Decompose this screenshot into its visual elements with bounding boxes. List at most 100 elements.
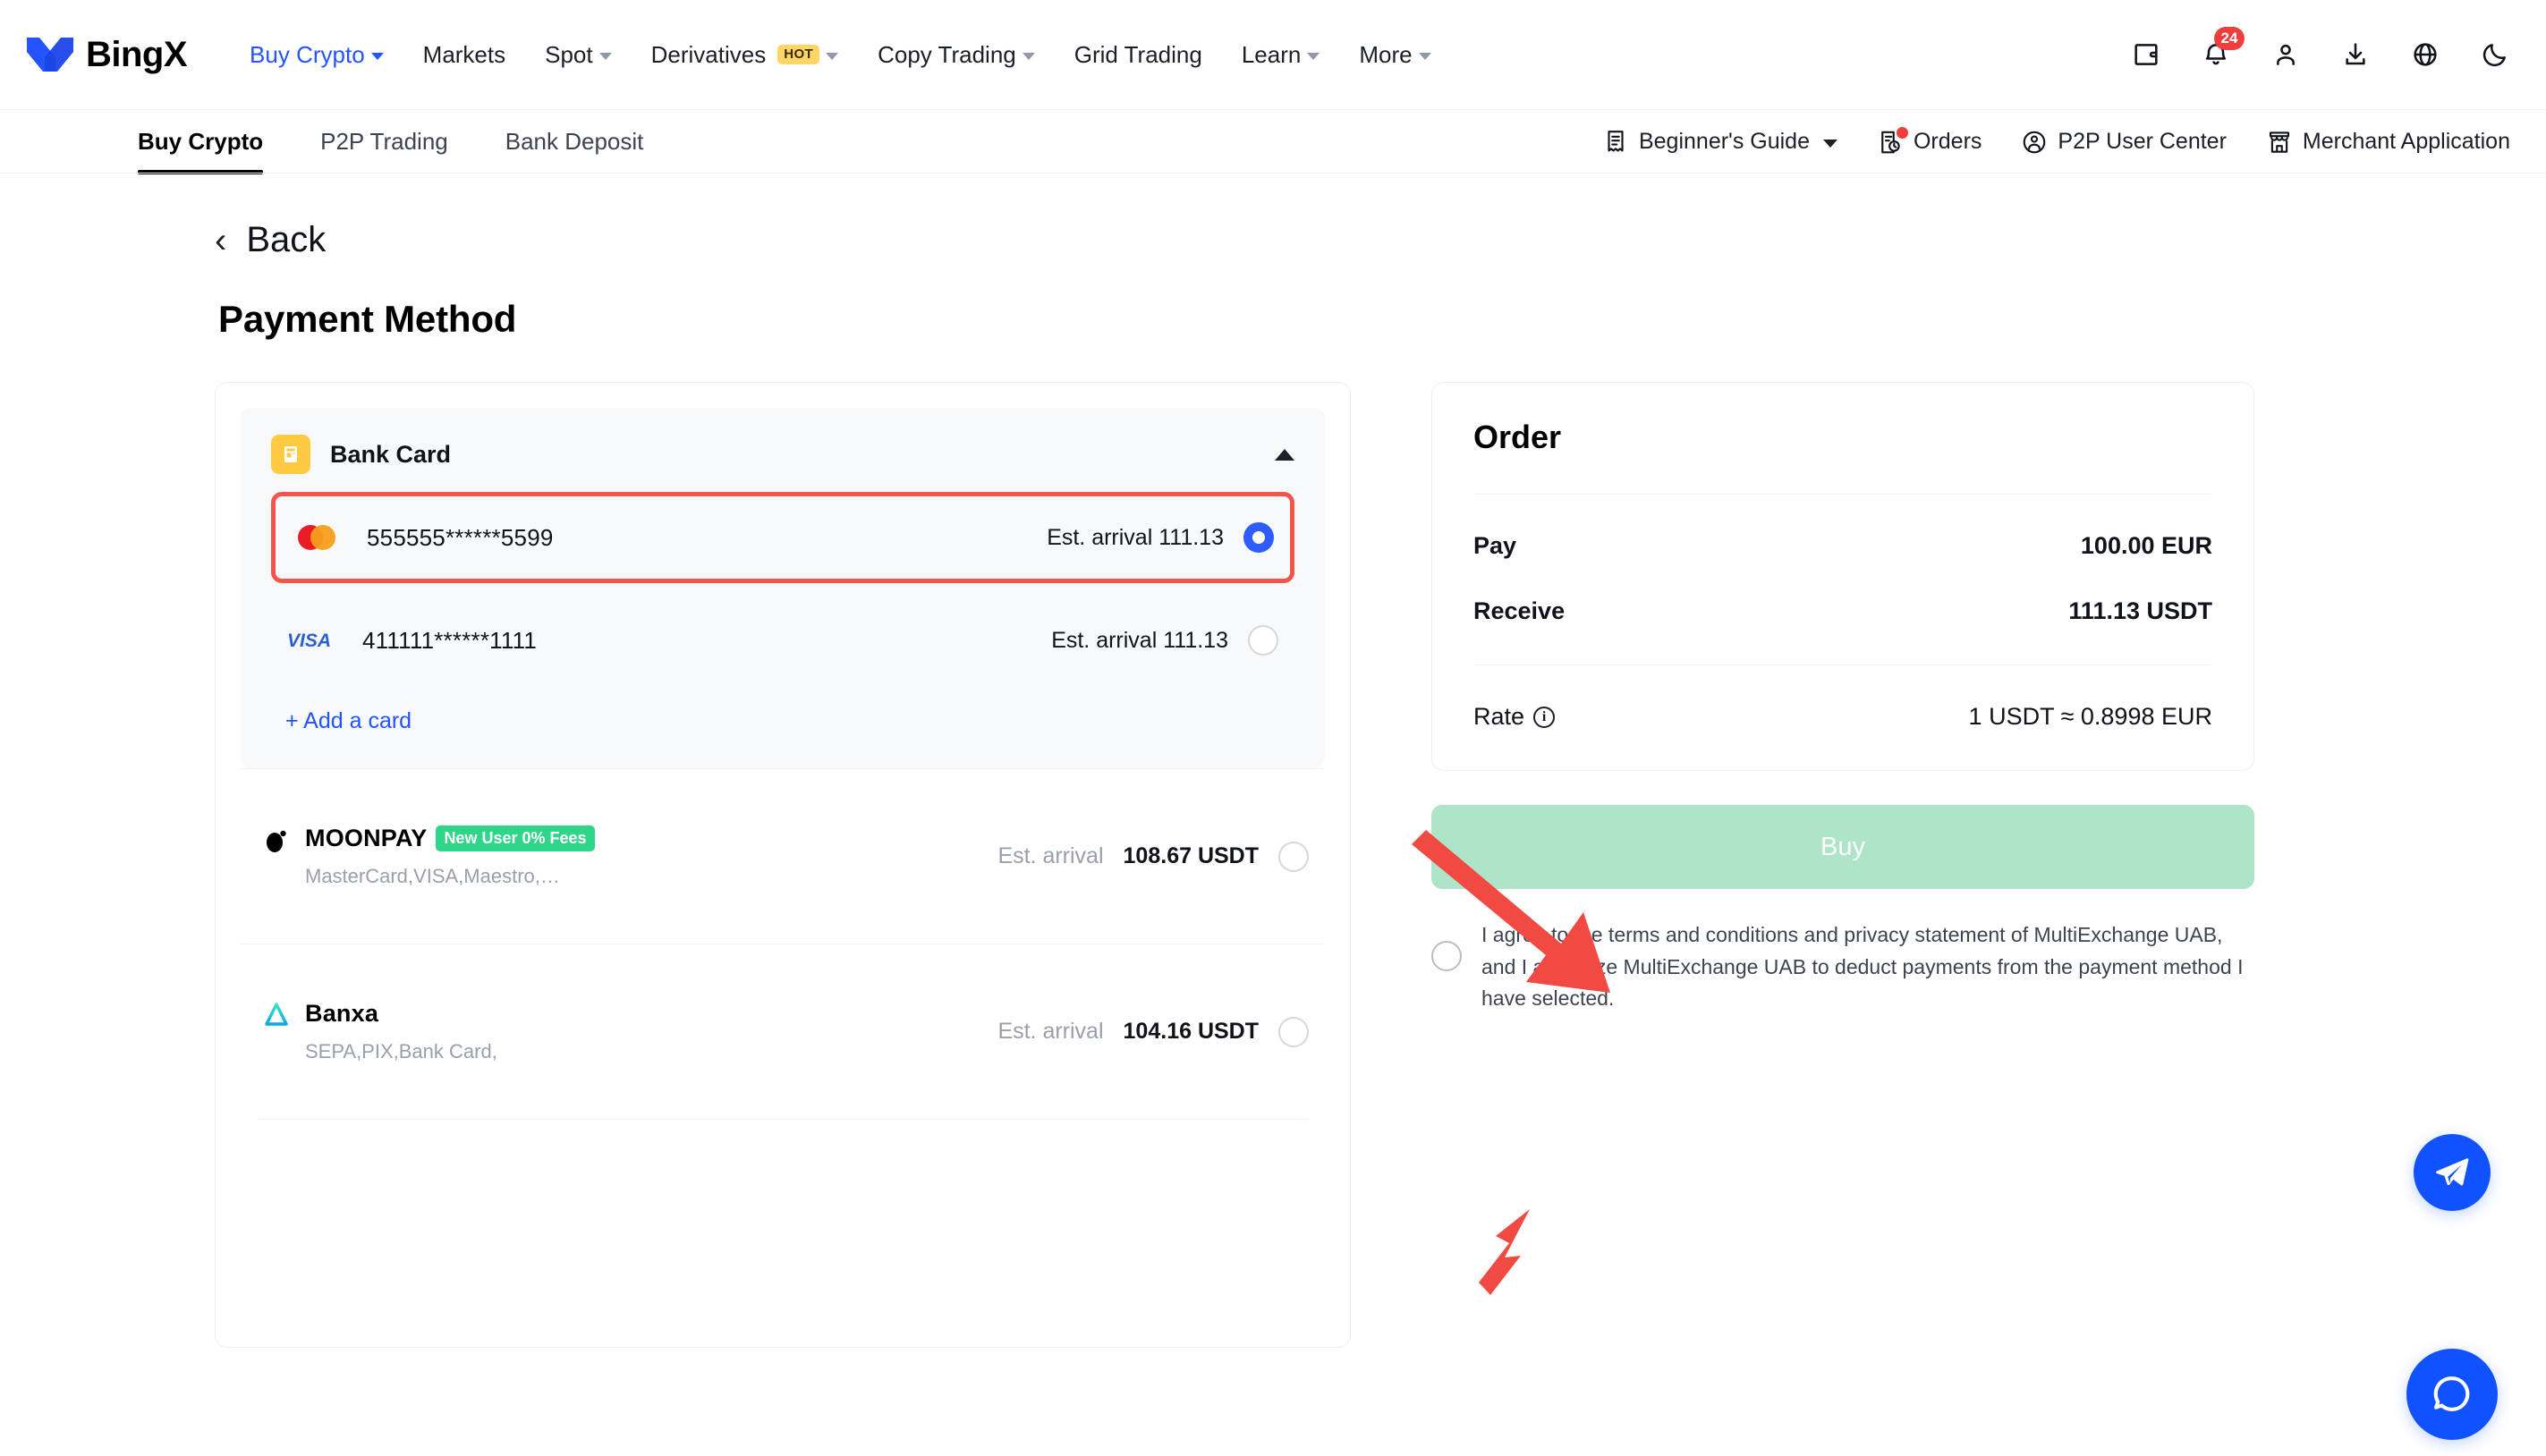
tab-bank-deposit[interactable]: Bank Deposit (477, 128, 673, 156)
order-key: Pay (1473, 532, 1516, 560)
back-button[interactable]: ‹ Back (215, 220, 376, 260)
provider-name: Banxa (305, 1000, 378, 1028)
chevron-up-icon[interactable] (1275, 449, 1294, 461)
nav-label: Copy Trading (878, 41, 1016, 69)
wallet-icon[interactable] (2131, 39, 2161, 70)
card-radio-visa[interactable] (1248, 625, 1278, 656)
p2p-user-center-link[interactable]: P2P User Center (2021, 129, 2227, 156)
terms-checkbox[interactable] (1431, 941, 1462, 971)
chat-bubble-icon (2429, 1371, 2475, 1418)
est-label: Est. arrival (997, 843, 1103, 869)
guide-book-icon (1602, 129, 1629, 156)
buy-button[interactable]: Buy (1431, 805, 2254, 889)
main-nav-links: Buy Crypto Markets Spot Derivatives HOT … (230, 41, 1451, 69)
merchant-application-link[interactable]: Merchant Application (2266, 129, 2510, 156)
info-icon[interactable]: i (1533, 707, 1555, 728)
globe-icon[interactable] (2410, 39, 2440, 70)
beginners-guide-link[interactable]: Beginner's Guide (1602, 129, 1837, 156)
rate-label: Rate (1473, 703, 1524, 731)
support-chat-fab[interactable] (2406, 1349, 2498, 1440)
merchant-store-icon (2266, 129, 2293, 156)
provider-subtitle: SEPA,PIX,Bank Card, (305, 1040, 497, 1063)
provider-promo-badge: New User 0% Fees (436, 825, 594, 851)
chevron-down-icon (1823, 140, 1837, 148)
orders-link[interactable]: Orders (1877, 129, 1982, 156)
content-columns: Bank Card 555555******5599 (0, 382, 2546, 1348)
download-icon[interactable] (2340, 39, 2371, 70)
moon-icon[interactable] (2480, 39, 2510, 70)
order-row-receive: Receive 111.13 USDT (1473, 597, 2212, 625)
bank-card-icon (271, 435, 310, 474)
nav-label: Markets (423, 41, 505, 69)
provider-radio-moonpay[interactable] (1278, 842, 1309, 872)
mastercard-icon (292, 521, 354, 554)
order-title: Order (1473, 419, 2212, 456)
bingx-logo[interactable]: BingX (25, 34, 187, 75)
card-option-mastercard[interactable]: 555555******5599 Est. arrival 111.13 (271, 492, 1294, 583)
telegram-send-fab[interactable] (2414, 1134, 2491, 1211)
sub-nav-right-links: Beginner's Guide Orders (1602, 129, 2510, 156)
provider-row-moonpay[interactable]: MOONPAY New User 0% Fees MasterCard,VISA… (241, 768, 1325, 944)
order-summary-card: Order Pay 100.00 EUR Receive 111.13 USDT… (1431, 382, 2254, 771)
nav-grid-trading[interactable]: Grid Trading (1055, 41, 1222, 69)
chevron-down-icon (1023, 53, 1035, 60)
user-icon[interactable] (2270, 39, 2301, 70)
est-value: 104.16 USDT (1124, 1019, 1259, 1045)
bank-card-header[interactable]: Bank Card (271, 435, 1294, 479)
sub-tabs: Buy Crypto P2P Trading Bank Deposit (109, 128, 672, 156)
provider-est-group: Est. arrival 104.16 USDT (997, 1017, 1309, 1047)
nav-more[interactable]: More (1339, 41, 1450, 69)
moonpay-icon (257, 825, 296, 855)
nav-buy-crypto[interactable]: Buy Crypto (230, 41, 403, 69)
provider-name-row: MOONPAY New User 0% Fees (305, 825, 595, 852)
est-value: 111.13 (1163, 628, 1228, 653)
card-radio-mastercard[interactable] (1243, 522, 1274, 553)
top-navigation-bar: BingX Buy Crypto Markets Spot Derivative… (0, 0, 2546, 109)
nav-markets[interactable]: Markets (403, 41, 525, 69)
nav-learn[interactable]: Learn (1222, 41, 1340, 69)
nav-label: Spot (545, 41, 593, 69)
order-value: 100.00 EUR (2081, 532, 2212, 560)
order-row-pay: Pay 100.00 EUR (1473, 532, 2212, 560)
paper-plane-icon (2432, 1153, 2472, 1192)
est-label: Est. arrival (997, 1019, 1103, 1045)
terms-text: I agree to the terms and conditions and … (1481, 919, 2254, 1015)
order-key: Rate i (1473, 703, 1555, 731)
nav-copy-trading[interactable]: Copy Trading (858, 41, 1055, 69)
tab-label: P2P Trading (320, 128, 448, 155)
back-label: Back (246, 220, 326, 260)
bingx-logo-mark (25, 34, 75, 75)
provider-radio-banxa[interactable] (1278, 1017, 1309, 1047)
p2p-user-icon (2021, 129, 2048, 156)
order-divider-top (1473, 494, 2212, 495)
est-label: Est. arrival (1047, 525, 1152, 550)
orders-notification-dot (1897, 127, 1908, 139)
order-key: Receive (1473, 597, 1565, 625)
secondary-navigation-bar: Buy Crypto P2P Trading Bank Deposit Begi… (0, 109, 2546, 174)
bank-card-title: Bank Card (330, 441, 451, 469)
add-a-card-button[interactable]: + Add a card (285, 708, 412, 734)
nav-label: More (1359, 41, 1412, 69)
tab-buy-crypto[interactable]: Buy Crypto (109, 128, 292, 156)
link-label: Beginner's Guide (1639, 129, 1810, 155)
card-est-arrival: Est. arrival 111.13 (1047, 525, 1224, 551)
svg-text:VISA: VISA (287, 631, 331, 651)
chevron-down-icon (371, 53, 384, 60)
order-column: Order Pay 100.00 EUR Receive 111.13 USDT… (1431, 382, 2254, 1348)
nav-spot[interactable]: Spot (525, 41, 632, 69)
chevron-down-icon (599, 53, 612, 60)
hot-badge: HOT (777, 45, 819, 65)
card-est-arrival: Est. arrival 111.13 (1051, 628, 1228, 654)
order-value: 1 USDT ≈ 0.8998 EUR (1969, 703, 2212, 731)
card-number: 555555******5599 (367, 524, 554, 552)
nav-derivatives[interactable]: Derivatives HOT (632, 41, 858, 69)
nav-label: Learn (1242, 41, 1302, 69)
list-divider (257, 1119, 1309, 1120)
bell-icon[interactable]: 24 (2201, 39, 2231, 70)
provider-name-row: Banxa (305, 1000, 497, 1028)
tab-p2p-trading[interactable]: P2P Trading (292, 128, 477, 156)
provider-row-banxa[interactable]: Banxa SEPA,PIX,Bank Card, Est. arrival 1… (241, 944, 1325, 1119)
est-label: Est. arrival (1051, 628, 1157, 653)
chevron-left-icon: ‹ (215, 223, 226, 258)
card-option-visa[interactable]: VISA 411111******1111 Est. arrival 111.1… (271, 599, 1294, 681)
